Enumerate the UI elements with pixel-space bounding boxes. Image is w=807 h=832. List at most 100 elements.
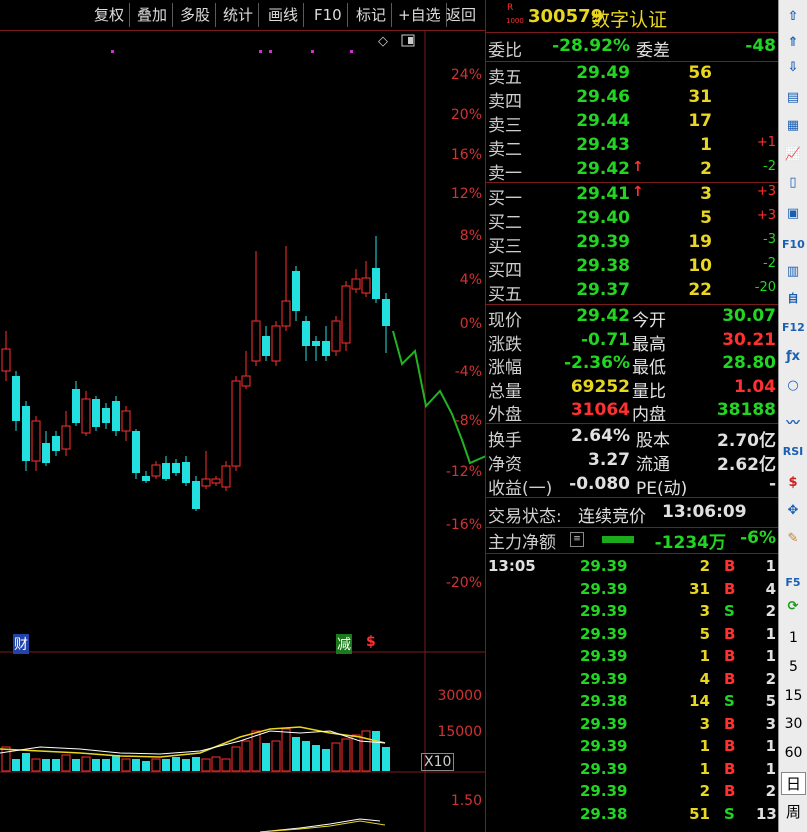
candle-body — [331, 320, 341, 352]
candle-body — [241, 375, 251, 387]
volume-bar — [81, 756, 91, 772]
f10-icon[interactable]: F10 — [782, 234, 805, 256]
volume-bar — [192, 757, 200, 771]
margin-flag: R — [507, 3, 514, 13]
candle-body — [292, 271, 300, 311]
f12-icon[interactable]: F12 — [782, 317, 805, 339]
grid-icon[interactable]: ▦ — [782, 115, 804, 137]
volume-bar — [382, 747, 390, 771]
stat2-row: 收益(一) -0.080 PE(动) - — [488, 474, 776, 499]
candle-body — [162, 463, 170, 479]
pct-label: 16% — [450, 147, 482, 163]
bid-row[interactable]: 买五 29.37 22 -20 — [486, 280, 779, 305]
ask-row[interactable]: 卖四 29.46 31 — [486, 87, 779, 112]
candle-body — [132, 431, 140, 473]
stat-row: 涨幅 -2.36% 最低 28.80 — [488, 353, 776, 378]
mark-button[interactable]: 标记 — [351, 3, 393, 27]
period-5-button[interactable]: 5 — [779, 659, 807, 675]
multi-stock-button[interactable]: 多股 — [175, 3, 217, 27]
volume-bar — [112, 755, 120, 771]
draw-line-button[interactable]: 画线 — [263, 3, 305, 27]
add-watchlist-button[interactable]: +自选 — [393, 3, 447, 27]
zi-icon[interactable]: 自 — [782, 288, 804, 310]
pen-icon[interactable]: ✎ — [782, 528, 804, 550]
pct-label: 24% — [450, 67, 482, 83]
arrow-down-icon[interactable]: ⇩ — [782, 57, 804, 79]
volume-bar — [322, 749, 330, 771]
bid-row[interactable]: 买二 29.40 5 +3 — [486, 208, 779, 233]
period-1-button[interactable]: 1 — [779, 630, 807, 646]
candle-body — [112, 401, 120, 431]
wave-icon[interactable]: 〰 — [782, 413, 804, 435]
doc-icon[interactable]: ▥ — [782, 261, 804, 283]
period-60-button[interactable]: 60 — [779, 745, 807, 761]
volume-bar — [61, 754, 71, 772]
bid-row[interactable]: 买四 29.38 10 -2 — [486, 256, 779, 281]
candle-body — [211, 478, 221, 484]
fx-icon[interactable]: ƒx — [782, 346, 804, 368]
ask-row[interactable]: 卖五 29.49 56 — [486, 63, 779, 88]
tick-row: 29.39 2 B 1 — [580, 557, 776, 575]
stat2-row: 换手 2.64% 股本 2.70亿 — [488, 426, 776, 451]
tick-row: 29.39 4 B 2 — [580, 669, 776, 688]
bid-row[interactable]: 买一 29.41 ↑ 3 +3 — [486, 184, 779, 209]
refresh-icon[interactable]: ⟳ — [782, 596, 804, 618]
arrow-up-icon[interactable]: ⇧ — [782, 6, 804, 28]
volume-bar — [42, 759, 50, 771]
volume-bar — [22, 753, 30, 771]
volume-bar — [162, 759, 170, 771]
candle-body — [102, 408, 110, 423]
volume-bar — [262, 743, 270, 771]
pct-label: 12% — [450, 186, 482, 202]
candle-body — [151, 464, 161, 477]
candle-body — [201, 478, 211, 487]
window-icon[interactable]: ▣ — [782, 203, 804, 225]
candle-body — [231, 380, 241, 467]
stock-name: 数字认证 — [591, 9, 668, 31]
reduce-marker[interactable]: 减 — [336, 634, 352, 654]
period-15-button[interactable]: 15 — [779, 688, 807, 704]
pct-label: -20% — [445, 575, 482, 591]
ask-row[interactable]: 卖一 29.42 ↑ 2 -2 — [486, 159, 779, 184]
candle-body — [382, 299, 390, 326]
stat-row: 现价 29.42 今开 30.07 — [488, 306, 776, 331]
ask-row[interactable]: 卖三 29.44 17 — [486, 111, 779, 136]
f10-button[interactable]: F10 — [309, 3, 348, 27]
fuquan-button[interactable]: 复权 — [89, 3, 131, 27]
list-icon: ≡ — [570, 532, 584, 547]
overlay-button[interactable]: 叠加 — [132, 3, 174, 27]
bid-row[interactable]: 买三 29.39 19 -3 — [486, 232, 779, 257]
index-flag: 1000 — [506, 17, 524, 25]
candle-body — [322, 341, 330, 356]
line-chart-icon[interactable]: 📈 — [782, 144, 804, 166]
move-icon[interactable]: ✥ — [782, 500, 804, 522]
back-button[interactable]: 返回 — [441, 3, 481, 27]
kline-chart[interactable]: ◇ 24% 20% 16% 12% 8% 4% 0% -4% -8% -12% … — [0, 31, 485, 832]
day-period-button[interactable]: 日 — [781, 772, 806, 795]
candle-body — [341, 285, 351, 344]
week-period-button[interactable]: 周 — [779, 801, 807, 822]
finance-marker[interactable]: 财 — [13, 634, 29, 654]
volume-bar — [121, 758, 131, 772]
dollar-marker[interactable]: $ — [366, 634, 376, 650]
f5-icon[interactable]: F5 — [782, 572, 804, 594]
dollar-icon[interactable]: $ — [782, 472, 804, 494]
volume-bar — [1, 746, 11, 772]
ask-row[interactable]: 卖二 29.43 1 +1 — [486, 135, 779, 160]
candle-body — [22, 406, 30, 461]
candle-icon[interactable]: ▯ — [782, 172, 804, 194]
volume-bar — [182, 759, 190, 771]
volume-bar — [281, 728, 291, 772]
statistics-button[interactable]: 统计 — [218, 3, 260, 27]
volume-bar — [241, 740, 251, 772]
candle-body — [192, 481, 200, 509]
rsi-icon[interactable]: RSI — [782, 441, 804, 463]
arrow-up2-icon[interactable]: ⇑ — [782, 32, 804, 54]
candle-body — [351, 278, 361, 290]
volume-bar — [52, 759, 60, 771]
circle-icon[interactable]: ○ — [782, 375, 804, 397]
period-30-button[interactable]: 30 — [779, 716, 807, 732]
volume-bar — [151, 758, 161, 772]
pct-label: 0% — [459, 316, 482, 332]
chart-list-icon[interactable]: ▤ — [782, 87, 804, 109]
